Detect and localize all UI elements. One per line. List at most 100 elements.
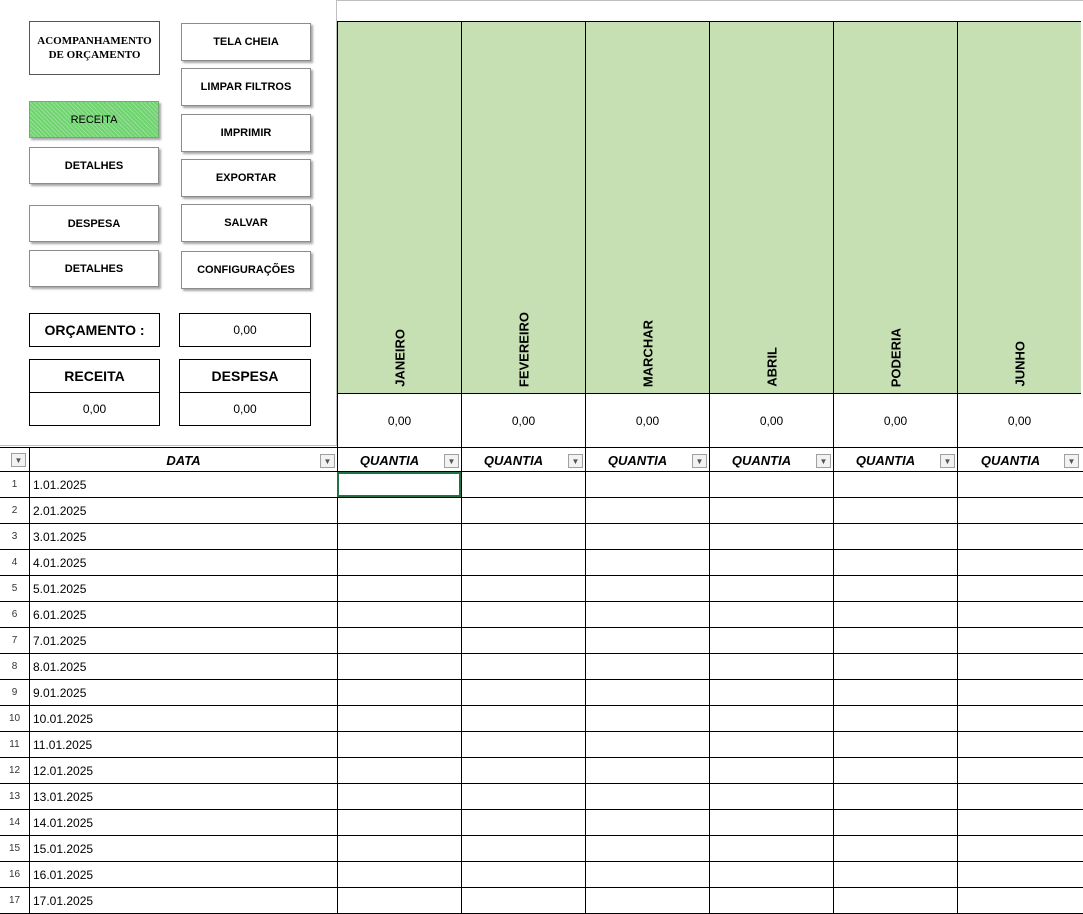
amount-cell[interactable]: [709, 732, 833, 757]
amount-cell[interactable]: [585, 498, 709, 523]
amount-cell[interactable]: [957, 576, 1083, 601]
amount-cell[interactable]: [585, 524, 709, 549]
date-cell[interactable]: 6.01.2025: [29, 602, 337, 627]
amount-cell[interactable]: [585, 472, 709, 497]
amount-cell[interactable]: [709, 472, 833, 497]
amount-cell[interactable]: [337, 654, 461, 679]
date-cell[interactable]: 17.01.2025: [29, 888, 337, 913]
amount-cell[interactable]: [833, 888, 957, 913]
date-cell[interactable]: 12.01.2025: [29, 758, 337, 783]
amount-cell[interactable]: [709, 706, 833, 731]
amount-cell[interactable]: [337, 888, 461, 913]
amount-cell[interactable]: [461, 498, 585, 523]
date-cell[interactable]: 14.01.2025: [29, 810, 337, 835]
amount-cell[interactable]: [833, 836, 957, 861]
amount-cell[interactable]: [709, 836, 833, 861]
amount-cell[interactable]: [337, 680, 461, 705]
amount-cell[interactable]: [585, 732, 709, 757]
amount-cell[interactable]: [461, 758, 585, 783]
amount-cell[interactable]: [709, 654, 833, 679]
amount-cell[interactable]: [833, 498, 957, 523]
amount-cell[interactable]: [461, 862, 585, 887]
amount-cell[interactable]: [461, 550, 585, 575]
amount-cell[interactable]: [337, 576, 461, 601]
amount-cell[interactable]: [833, 654, 957, 679]
budget-tracking-title-button[interactable]: ACOMPANHAMENTO DE ORÇAMENTO: [29, 21, 160, 75]
amount-cell[interactable]: [957, 810, 1083, 835]
print-button[interactable]: IMPRIMIR: [181, 114, 311, 152]
filter-dropdown-icon[interactable]: ▼: [568, 454, 583, 468]
amount-cell[interactable]: [957, 836, 1083, 861]
amount-cell[interactable]: [337, 862, 461, 887]
amount-cell[interactable]: [337, 758, 461, 783]
amount-cell[interactable]: [709, 550, 833, 575]
amount-cell[interactable]: [957, 602, 1083, 627]
amount-cell[interactable]: [957, 732, 1083, 757]
filter-dropdown-icon[interactable]: ▼: [940, 454, 955, 468]
amount-cell[interactable]: [585, 758, 709, 783]
amount-cell[interactable]: [461, 524, 585, 549]
despesa-button[interactable]: DESPESA: [29, 205, 159, 242]
amount-cell[interactable]: [709, 628, 833, 653]
amount-cell[interactable]: [833, 550, 957, 575]
filter-dropdown-icon[interactable]: ▼: [444, 454, 459, 468]
filter-dropdown-icon[interactable]: ▼: [692, 454, 707, 468]
date-cell[interactable]: 11.01.2025: [29, 732, 337, 757]
amount-cell[interactable]: [833, 862, 957, 887]
date-cell[interactable]: 3.01.2025: [29, 524, 337, 549]
receita-details-button[interactable]: DETALHES: [29, 147, 159, 184]
amount-cell[interactable]: [957, 758, 1083, 783]
date-cell[interactable]: 13.01.2025: [29, 784, 337, 809]
amount-cell[interactable]: [585, 706, 709, 731]
amount-cell[interactable]: [833, 758, 957, 783]
amount-cell[interactable]: [709, 888, 833, 913]
amount-cell[interactable]: [957, 628, 1083, 653]
settings-button[interactable]: CONFIGURAÇÕES: [181, 251, 311, 289]
amount-cell[interactable]: [585, 888, 709, 913]
filter-dropdown-icon[interactable]: ▼: [11, 453, 26, 467]
amount-cell[interactable]: [957, 784, 1083, 809]
amount-cell[interactable]: [709, 680, 833, 705]
date-cell[interactable]: 9.01.2025: [29, 680, 337, 705]
amount-cell[interactable]: [585, 836, 709, 861]
amount-cell[interactable]: [461, 888, 585, 913]
amount-cell[interactable]: [337, 810, 461, 835]
amount-cell[interactable]: [585, 628, 709, 653]
amount-cell[interactable]: [957, 862, 1083, 887]
amount-cell[interactable]: [833, 706, 957, 731]
amount-cell[interactable]: [709, 602, 833, 627]
amount-cell[interactable]: [337, 628, 461, 653]
date-cell[interactable]: 2.01.2025: [29, 498, 337, 523]
amount-cell[interactable]: [337, 524, 461, 549]
amount-cell[interactable]: [833, 602, 957, 627]
fullscreen-button[interactable]: TELA CHEIA: [181, 23, 311, 61]
amount-cell[interactable]: [709, 810, 833, 835]
date-cell[interactable]: 10.01.2025: [29, 706, 337, 731]
amount-cell[interactable]: [709, 524, 833, 549]
amount-cell[interactable]: [461, 784, 585, 809]
amount-cell[interactable]: [833, 680, 957, 705]
amount-cell[interactable]: [585, 654, 709, 679]
amount-cell[interactable]: [957, 706, 1083, 731]
date-cell[interactable]: 1.01.2025: [29, 472, 337, 497]
amount-cell[interactable]: [585, 550, 709, 575]
amount-cell[interactable]: [957, 680, 1083, 705]
amount-cell[interactable]: [461, 628, 585, 653]
amount-cell[interactable]: [337, 836, 461, 861]
amount-cell[interactable]: [461, 576, 585, 601]
amount-cell[interactable]: [337, 550, 461, 575]
amount-cell[interactable]: [585, 784, 709, 809]
receita-button[interactable]: RECEITA: [29, 101, 159, 138]
amount-cell[interactable]: [709, 862, 833, 887]
amount-cell[interactable]: [461, 732, 585, 757]
date-cell[interactable]: 8.01.2025: [29, 654, 337, 679]
amount-cell[interactable]: [833, 576, 957, 601]
amount-cell[interactable]: [833, 732, 957, 757]
amount-cell[interactable]: [585, 810, 709, 835]
filter-dropdown-icon[interactable]: ▼: [816, 454, 831, 468]
date-cell[interactable]: 7.01.2025: [29, 628, 337, 653]
amount-cell[interactable]: [833, 524, 957, 549]
amount-cell[interactable]: [709, 576, 833, 601]
amount-cell[interactable]: [709, 498, 833, 523]
amount-cell[interactable]: [709, 784, 833, 809]
